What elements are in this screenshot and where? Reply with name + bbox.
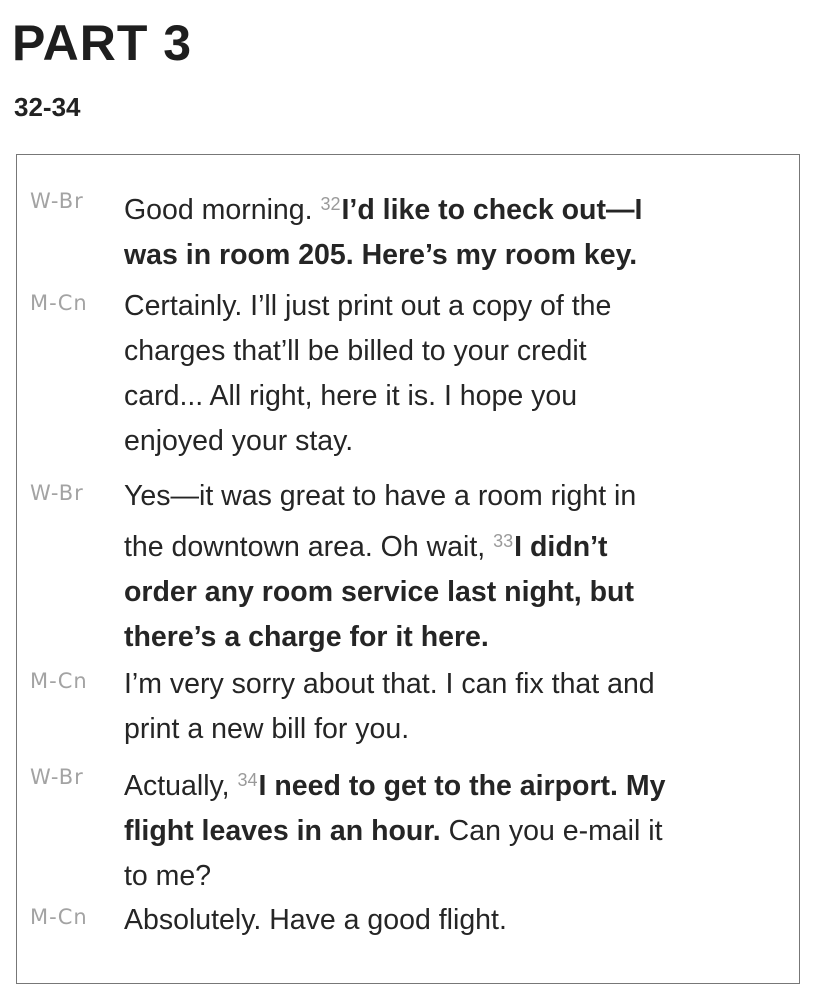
dialogue-text: card... All right, here it is. I hope yo… [124, 380, 578, 412]
dialogue-text: charges that’ll be billed to your credit [124, 335, 587, 367]
part-title: PART 3 [12, 15, 193, 71]
question-range: 32-34 [14, 92, 81, 122]
dialogue-line: Certainly. I’ll just print out a copy of… [124, 284, 812, 464]
dialogue-line: Good morning. 32I’d like to check out—I w… [124, 182, 812, 278]
speaker-label: M-Cn [30, 291, 88, 315]
dialogue-text: Yes—it was great to have a room right in [124, 480, 637, 512]
dialogue-text: Absolutely. Have a good flight. [124, 904, 507, 936]
question-number: 32 [320, 194, 341, 214]
dialogue-text: Can you e-mail it [440, 815, 663, 847]
bold-text: I didn’t [514, 531, 608, 563]
question-number: 34 [237, 770, 258, 790]
dialogue-line: Yes—it was great to have a room right in… [124, 474, 812, 660]
speaker-label: M-Cn [30, 905, 88, 929]
dialogue-turn: M-Cn Absolutely. Have a good flight. [30, 898, 812, 943]
question-number: 33 [493, 531, 514, 551]
dialogue-text: Good morning. [124, 194, 321, 226]
speaker-label: M-Cn [30, 669, 88, 693]
bold-text: I need to get to the airport. My [258, 770, 666, 802]
dialogue-turn: M-Cn I’m very sorry about that. I can fi… [30, 662, 812, 752]
dialogue-line: Absolutely. Have a good flight. [124, 898, 812, 943]
dialogue-turn: W-Br Good morning. 32I’d like to check o… [30, 182, 812, 278]
bold-text: was in room 205. Here’s my room key. [124, 239, 638, 271]
speaker-label: W-Br [30, 481, 84, 505]
dialogue-text: Certainly. I’ll just print out a copy of… [124, 290, 612, 322]
dialogue-text: print a new bill for you. [124, 713, 410, 745]
bold-text: there’s a charge for it here. [124, 621, 489, 653]
dialogue-turn: W-Br Yes—it was great to have a room rig… [30, 474, 812, 660]
speaker-label: W-Br [30, 189, 84, 213]
bold-text: I’d like to check out—I [341, 194, 643, 226]
dialogue-text: I’m very sorry about that. I can fix tha… [124, 668, 655, 700]
dialogue-text: enjoyed your stay. [124, 425, 354, 457]
dialogue-line: Actually, 34I need to get to the airport… [124, 758, 812, 899]
bold-text: order any room service last night, but [124, 576, 634, 608]
dialogue-text: Actually, [124, 770, 238, 802]
dialogue-text: to me? [124, 860, 212, 892]
dialogue-turn: W-Br Actually, 34I need to get to the ai… [30, 758, 812, 899]
speaker-label: W-Br [30, 765, 84, 789]
dialogue-line: I’m very sorry about that. I can fix tha… [124, 662, 812, 752]
dialogue-turn: M-Cn Certainly. I’ll just print out a co… [30, 284, 812, 464]
dialogue-text: the downtown area. Oh wait, [124, 531, 494, 563]
bold-text: flight leaves in an hour. [124, 815, 441, 847]
